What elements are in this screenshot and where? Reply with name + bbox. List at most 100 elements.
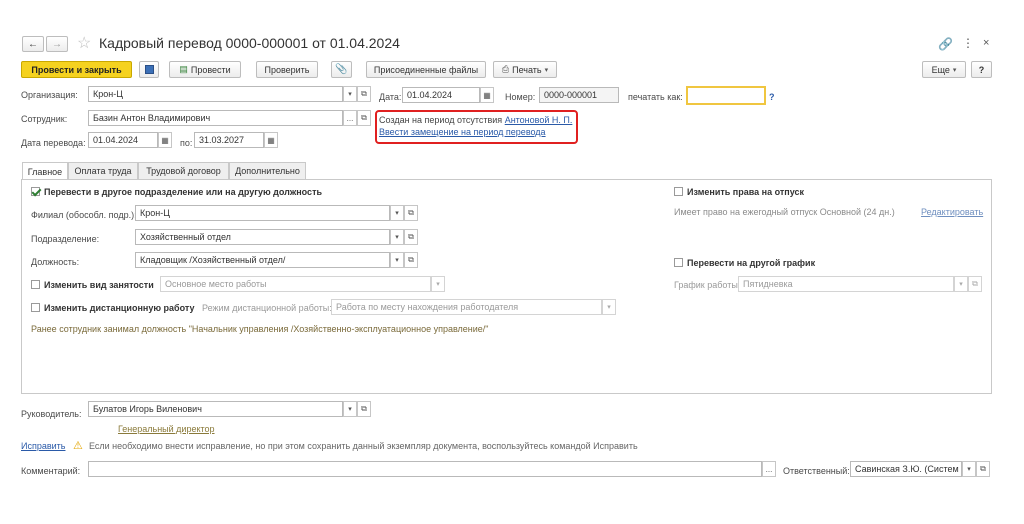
manager-position: Генеральный директор xyxy=(118,424,215,434)
save-icon xyxy=(144,65,154,74)
employment-type-dropdown[interactable]: ▾ xyxy=(431,276,445,292)
more-button-label: Еще xyxy=(931,64,950,75)
calendar-icon[interactable]: ▦ xyxy=(158,132,172,148)
organization-label: Организация: xyxy=(21,90,78,100)
chevron-down-icon: ▾ xyxy=(395,257,399,264)
chevron-down-icon: ▾ xyxy=(436,281,440,288)
tab-main[interactable]: Главное xyxy=(22,162,68,180)
manager-dropdown[interactable]: ▾ xyxy=(343,401,357,417)
save-button[interactable] xyxy=(139,61,159,78)
remote-mode-field[interactable]: Работа по месту нахождения работодателя xyxy=(331,299,602,315)
number-label: Номер: xyxy=(505,92,536,102)
post-button-label: Провести xyxy=(190,64,231,75)
post-icon: ▤ xyxy=(179,64,188,74)
employment-type-checkbox[interactable] xyxy=(31,280,40,289)
responsible-dropdown[interactable]: ▾ xyxy=(962,461,976,477)
transfer-checkbox[interactable] xyxy=(31,187,40,196)
responsible-open-icon[interactable]: ⧉ xyxy=(976,461,990,477)
warning-icon: ⚠ xyxy=(73,440,83,452)
window-title: Кадровый перевод 0000-000001 от 01.04.20… xyxy=(99,35,400,51)
manager-open-icon[interactable]: ⧉ xyxy=(357,401,371,417)
help-button[interactable]: ? xyxy=(971,61,992,78)
attach-button[interactable]: 📎 xyxy=(331,61,352,78)
post-button[interactable]: ▤ Провести xyxy=(169,61,241,78)
vacation-rights-label: Изменить права на отпуск xyxy=(687,187,804,197)
favorite-star-icon[interactable]: ☆ xyxy=(77,33,91,53)
previous-position-note: Ранее сотрудник занимал должность "Начал… xyxy=(31,324,489,334)
transfer-date-field[interactable]: 01.04.2024 xyxy=(88,132,158,148)
comment-expand-button[interactable]: ... xyxy=(762,461,776,477)
absent-employee-link[interactable]: Антоновой Н. П. xyxy=(505,115,573,125)
print-button[interactable]: ⎙ Печать ▾ xyxy=(493,61,557,78)
position-dropdown[interactable]: ▾ xyxy=(390,252,404,268)
date-field[interactable]: 01.04.2024 xyxy=(402,87,480,103)
comment-label: Комментарий: xyxy=(21,466,81,476)
comment-field[interactable] xyxy=(88,461,762,477)
print-as-label: печатать как: xyxy=(628,92,683,102)
transfer-checkbox-label: Перевести в другое подразделение или на … xyxy=(44,187,323,197)
chevron-down-icon: ▾ xyxy=(967,466,971,473)
employee-select-button[interactable]: ... xyxy=(343,110,357,126)
number-field[interactable]: 0000-000001 xyxy=(539,87,619,103)
chevron-down-icon: ▾ xyxy=(544,66,549,74)
remote-mode-dropdown[interactable]: ▾ xyxy=(602,299,616,315)
vacation-info: Имеет право на ежегодный отпуск Основной… xyxy=(674,207,895,217)
forward-button[interactable]: → xyxy=(46,36,68,52)
employment-type-label: Изменить вид занятости xyxy=(44,280,154,290)
schedule-dropdown[interactable]: ▾ xyxy=(954,276,968,292)
schedule-checkbox-label: Перевести на другой график xyxy=(687,258,816,268)
organization-open-icon[interactable]: ⧉ xyxy=(357,86,371,102)
transfer-date-label: Дата перевода: xyxy=(21,138,86,148)
manager-field[interactable]: Булатов Игорь Виленович xyxy=(88,401,343,417)
calendar-icon[interactable]: ▦ xyxy=(480,87,494,103)
remote-work-label: Изменить дистанционную работу xyxy=(44,303,195,313)
branch-dropdown[interactable]: ▾ xyxy=(390,205,404,221)
substitution-link[interactable]: Ввести замещение на период перевода xyxy=(379,127,546,137)
schedule-checkbox[interactable] xyxy=(674,258,683,267)
position-field[interactable]: Кладовщик /Хозяйственный отдел/ xyxy=(135,252,390,268)
more-icon[interactable]: ⋮ xyxy=(962,36,974,50)
tab-payment[interactable]: Оплата труда xyxy=(68,162,138,179)
fix-link[interactable]: Исправить xyxy=(21,441,65,451)
fix-note: Если необходимо внести исправление, но п… xyxy=(89,441,638,451)
date-label: Дата: xyxy=(379,92,402,102)
organization-dropdown[interactable]: ▾ xyxy=(343,86,357,102)
remote-work-checkbox[interactable] xyxy=(31,303,40,312)
department-label: Подразделение: xyxy=(31,234,100,244)
print-as-help[interactable]: ? xyxy=(769,92,775,102)
department-open-icon[interactable]: ⧉ xyxy=(404,229,418,245)
attached-files-button[interactable]: Присоединенные файлы xyxy=(366,61,486,78)
close-icon[interactable]: × xyxy=(983,37,989,49)
employee-open-icon[interactable]: ⧉ xyxy=(357,110,371,126)
check-button[interactable]: Проверить xyxy=(256,61,318,78)
print-as-field[interactable] xyxy=(686,86,766,105)
back-button[interactable]: ← xyxy=(22,36,44,52)
vacation-rights-checkbox[interactable] xyxy=(674,187,683,196)
branch-open-icon[interactable]: ⧉ xyxy=(404,205,418,221)
absence-notice-text: Создан на период отсутствия Антоновой Н.… xyxy=(379,115,572,125)
more-button[interactable]: Еще ▾ xyxy=(922,61,966,78)
branch-label: Филиал (обособл. подр.): xyxy=(31,210,137,220)
position-label: Должность: xyxy=(31,257,80,267)
department-field[interactable]: Хозяйственный отдел xyxy=(135,229,390,245)
absence-created-text: Создан на период отсутствия xyxy=(379,115,503,125)
chevron-down-icon: ▾ xyxy=(395,210,399,217)
position-open-icon[interactable]: ⧉ xyxy=(404,252,418,268)
schedule-field[interactable]: Пятидневка xyxy=(738,276,954,292)
chevron-down-icon: ▾ xyxy=(952,66,957,74)
post-and-close-button[interactable]: Провести и закрыть xyxy=(21,61,132,78)
organization-field[interactable]: Крон-Ц xyxy=(88,86,343,102)
link-icon[interactable]: 🔗 xyxy=(938,37,953,51)
employee-field[interactable]: Базин Антон Владимирович xyxy=(88,110,343,126)
chevron-down-icon: ▾ xyxy=(348,91,352,98)
employment-type-field[interactable]: Основное место работы xyxy=(160,276,431,292)
responsible-field[interactable]: Савинская З.Ю. (Систем xyxy=(850,461,962,477)
tab-contract[interactable]: Трудовой договор xyxy=(138,162,229,179)
tab-additional[interactable]: Дополнительно xyxy=(229,162,306,179)
schedule-open-icon[interactable]: ⧉ xyxy=(968,276,982,292)
to-date-field[interactable]: 31.03.2027 xyxy=(194,132,264,148)
branch-field[interactable]: Крон-Ц xyxy=(135,205,390,221)
department-dropdown[interactable]: ▾ xyxy=(390,229,404,245)
calendar-icon[interactable]: ▦ xyxy=(264,132,278,148)
edit-vacation-link[interactable]: Редактировать xyxy=(921,207,983,217)
